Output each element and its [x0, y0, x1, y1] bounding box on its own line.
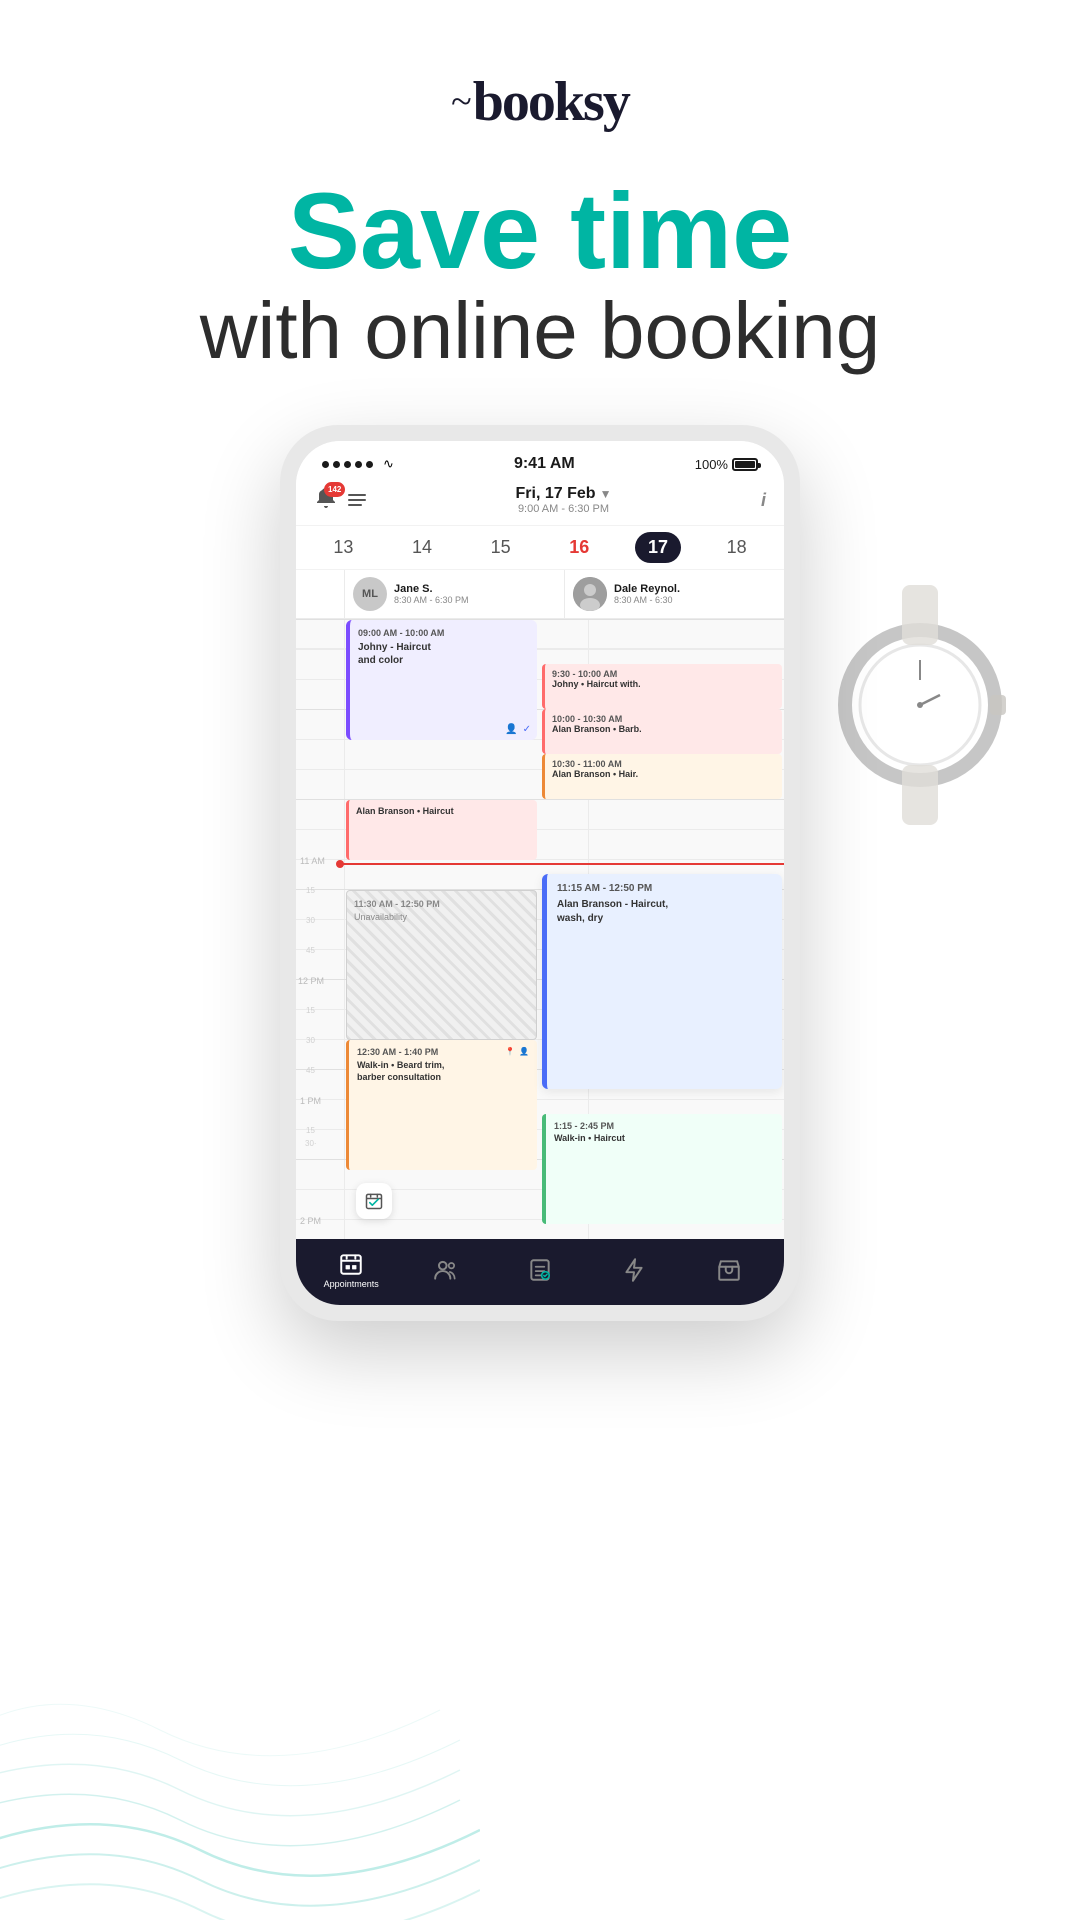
nav-appointments[interactable]: Appointments	[304, 1251, 398, 1289]
day-selector: 13 14 15 16 17 18	[296, 526, 784, 570]
unavail-label: Unavailability	[354, 912, 529, 922]
appt-alan-barb-name: Alan Branson • Barb.	[552, 724, 775, 734]
phone-frame: ∿ 9:41 AM 100%	[280, 425, 800, 1321]
appt-johny-time: 9:30 - 10:00 AM	[552, 669, 775, 679]
time-range: 9:00 AM - 6:30 PM	[516, 503, 612, 515]
time-label-1-30: 30·	[305, 1139, 317, 1148]
staff-avatar-ml: ML	[353, 577, 387, 611]
appt-walkin-beard[interactable]: 12:30 AM - 1:40 PM 📍 👤 Walk-in • Beard t…	[346, 1040, 537, 1170]
appt-alan-hair[interactable]: 10:30 - 11:00 AM Alan Branson • Hair.	[542, 754, 782, 799]
logo-tilde: ~	[451, 80, 470, 124]
time-label-12pm: 12 PM	[298, 976, 324, 986]
header: ~ booksy	[0, 0, 1080, 154]
booksy-logo: ~ booksy	[451, 70, 629, 134]
deco-watch	[820, 505, 1020, 890]
time-label-1pm: 1 PM	[300, 1096, 321, 1106]
time-label-12-30: 30	[306, 1036, 315, 1045]
time-label-12-15: 15	[306, 1006, 315, 1015]
staff-name-dale: Dale Reynol.	[614, 583, 680, 595]
walkin-time: 12:30 AM - 1:40 PM	[357, 1047, 438, 1057]
battery-percent: 100%	[695, 457, 728, 472]
appt-alan-hair-name: Alan Branson • Hair.	[552, 769, 775, 779]
hero-subtitle: with online booking	[80, 287, 1000, 375]
chevron-down-icon: ▼	[600, 487, 612, 501]
time-label-12-45: 45	[306, 1066, 315, 1075]
wash-dry-time: 11:15 AM - 12:50 PM	[557, 883, 772, 894]
status-bar: ∿ 9:41 AM 100%	[296, 441, 784, 479]
nav-appointments-label: Appointments	[324, 1279, 379, 1289]
day-17-today[interactable]: 17	[635, 532, 681, 563]
nav-people[interactable]	[398, 1257, 492, 1283]
appt-title: Johny - Haircutand color	[358, 641, 529, 667]
app-header: 142 Fri, 17 Feb ▼	[296, 479, 784, 526]
notification-bell[interactable]: 142	[314, 486, 338, 515]
day-16[interactable]: 16	[556, 532, 602, 563]
unavail-time: 11:30 AM - 12:50 PM	[354, 899, 529, 909]
info-icon[interactable]: i	[761, 490, 766, 511]
nav-checklist[interactable]	[493, 1257, 587, 1283]
walkin-service: Walk-in • Beard trim,barber consultation	[357, 1060, 529, 1083]
appt-alan-wash-dry[interactable]: 11:15 AM - 12:50 PM Alan Branson - Hairc…	[542, 874, 782, 1089]
appt-johny-haircut-color[interactable]: 09:00 AM - 10:00 AM Johny - Haircutand c…	[346, 620, 537, 740]
appt-unavailability[interactable]: 11:30 AM - 12:50 PM Unavailability	[346, 890, 537, 1040]
appt-alan-haircut-bar[interactable]: Alan Branson • Haircut	[346, 800, 537, 860]
day-13[interactable]: 13	[320, 532, 366, 563]
logo-text: booksy	[473, 70, 629, 134]
phone-inner: ∿ 9:41 AM 100%	[296, 441, 784, 1305]
date-display[interactable]: Fri, 17 Feb ▼ 9:00 AM - 6:30 PM	[516, 485, 612, 515]
appt-alan-hair-time: 10:30 - 11:00 AM	[552, 759, 775, 769]
notification-badge: 142	[324, 482, 345, 497]
nav-bolt[interactable]	[587, 1257, 681, 1283]
appt-walkin-haircut[interactable]: 1:15 - 2:45 PM Walk-in • Haircut	[542, 1114, 782, 1224]
appt-johny-haircut-with[interactable]: 9:30 - 10:00 AM Johny • Haircut with.	[542, 664, 782, 709]
staff-row: ML Jane S. 8:30 AM - 6:30 PM	[296, 570, 784, 619]
status-time: 9:41 AM	[514, 455, 575, 473]
walkin-haircut-name: Walk-in • Haircut	[554, 1133, 774, 1143]
appt-alan-barb[interactable]: 10:00 - 10:30 AM Alan Branson • Barb.	[542, 709, 782, 754]
appt-johny-name: Johny • Haircut with.	[552, 679, 775, 689]
time-label-2pm: 2 PM	[300, 1216, 321, 1226]
day-15[interactable]: 15	[478, 532, 524, 563]
calendar-check-icon[interactable]	[356, 1183, 392, 1219]
time-indicator	[340, 863, 784, 865]
current-date: Fri, 17 Feb	[516, 485, 596, 503]
staff-dale: Dale Reynol. 8:30 AM - 6:30	[564, 570, 784, 618]
appt-time: 09:00 AM - 10:00 AM	[358, 628, 529, 638]
appt-alan-label: Alan Branson • Haircut	[356, 806, 530, 816]
staff-hours-jane: 8:30 AM - 6:30 PM	[394, 595, 469, 605]
time-label-11-30: 30	[306, 916, 315, 925]
hero-title: Save time	[80, 174, 1000, 287]
appt-alan-time: 10:00 - 10:30 AM	[552, 714, 775, 724]
bottom-nav: Appointments	[296, 1239, 784, 1305]
time-label-11-15: 15	[306, 886, 315, 895]
day-14[interactable]: 14	[399, 532, 445, 563]
day-18[interactable]: 18	[714, 532, 760, 563]
staff-name-jane: Jane S.	[394, 583, 469, 595]
time-label-11-45: 45	[306, 946, 315, 955]
staff-jane: ML Jane S. 8:30 AM - 6:30 PM	[344, 570, 564, 618]
calendar-grid: 11 AM 15 30 45 12 PM 15 30 45 1 PM 15 30…	[296, 619, 784, 1239]
wash-dry-service: Alan Branson - Haircut,wash, dry	[557, 898, 772, 926]
menu-icon[interactable]	[348, 494, 366, 506]
time-label-1-15: 15	[306, 1126, 315, 1135]
time-label-11am: 11 AM	[300, 856, 325, 866]
walkin-haircut-time: 1:15 - 2:45 PM	[554, 1121, 774, 1131]
staff-avatar-dale	[573, 577, 607, 611]
staff-hours-dale: 8:30 AM - 6:30	[614, 595, 680, 605]
hero-section: Save time with online booking	[0, 154, 1080, 425]
nav-shop[interactable]	[682, 1257, 776, 1283]
